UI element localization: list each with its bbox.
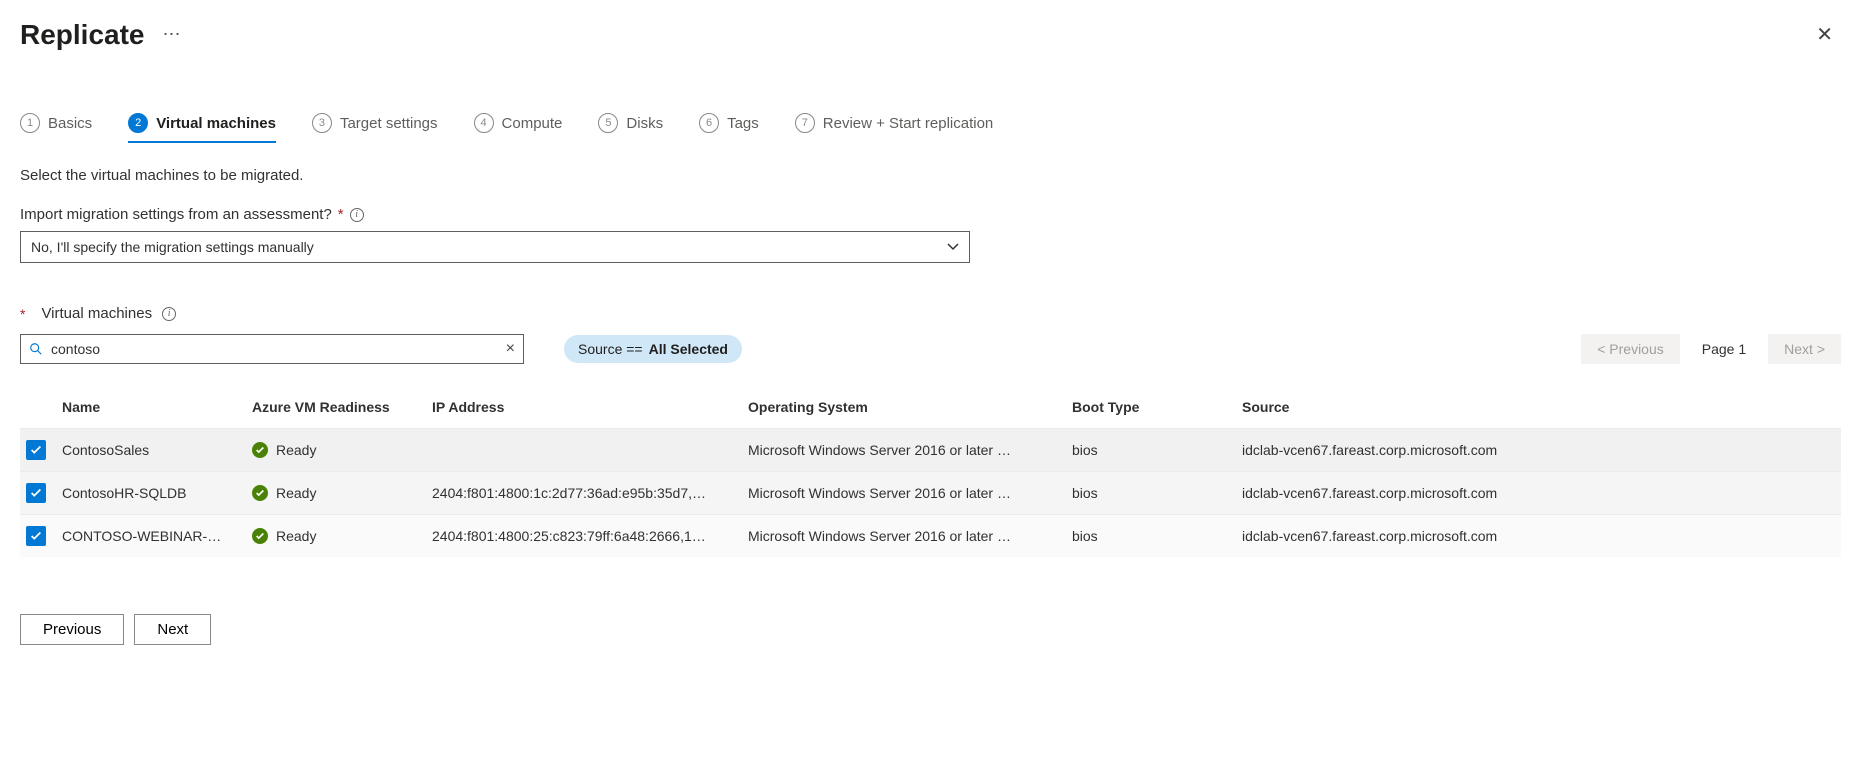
page-indicator: Page 1 bbox=[1702, 341, 1746, 357]
step-number: 2 bbox=[128, 113, 148, 133]
tooltip-icon[interactable]: i bbox=[350, 208, 364, 222]
vm-section-label: Virtual machines bbox=[41, 305, 152, 322]
cell-os: Microsoft Windows Server 2016 or later … bbox=[748, 528, 1072, 544]
step-compute[interactable]: 4 Compute bbox=[474, 113, 563, 141]
step-label: Basics bbox=[48, 115, 92, 132]
col-boot[interactable]: Boot Type bbox=[1072, 399, 1242, 415]
step-label: Virtual machines bbox=[156, 115, 276, 132]
cell-os: Microsoft Windows Server 2016 or later … bbox=[748, 442, 1072, 458]
search-input[interactable] bbox=[49, 340, 498, 358]
row-checkbox[interactable] bbox=[26, 526, 46, 546]
source-filter-pill[interactable]: Source == All Selected bbox=[564, 335, 742, 363]
step-target-settings[interactable]: 3 Target settings bbox=[312, 113, 438, 141]
clear-search-icon[interactable]: × bbox=[504, 340, 517, 358]
page-previous-button[interactable]: < Previous bbox=[1581, 334, 1680, 364]
table-header: Name Azure VM Readiness IP Address Opera… bbox=[20, 386, 1841, 428]
step-label: Target settings bbox=[340, 115, 438, 132]
cell-readiness: Ready bbox=[252, 528, 432, 544]
filter-value: All Selected bbox=[649, 341, 728, 357]
step-number: 1 bbox=[20, 113, 40, 133]
next-button[interactable]: Next bbox=[134, 614, 211, 645]
step-number: 7 bbox=[795, 113, 815, 133]
ready-check-icon bbox=[252, 485, 268, 501]
step-number: 6 bbox=[699, 113, 719, 133]
import-settings-dropdown[interactable]: No, I'll specify the migration settings … bbox=[20, 231, 970, 263]
col-source[interactable]: Source bbox=[1242, 399, 1841, 415]
tooltip-icon[interactable]: i bbox=[162, 307, 176, 321]
col-name[interactable]: Name bbox=[62, 399, 252, 415]
step-review-start-replication[interactable]: 7 Review + Start replication bbox=[795, 113, 994, 141]
more-menu-icon[interactable]: ⋯ bbox=[163, 24, 183, 45]
ready-check-icon bbox=[252, 528, 268, 544]
step-basics[interactable]: 1 Basics bbox=[20, 113, 92, 141]
col-ip[interactable]: IP Address bbox=[432, 399, 748, 415]
cell-source: idclab-vcen67.fareast.corp.microsoft.com bbox=[1242, 528, 1841, 544]
ready-check-icon bbox=[252, 442, 268, 458]
dropdown-value: No, I'll specify the migration settings … bbox=[31, 239, 314, 255]
cell-name: CONTOSO-WEBINAR-… bbox=[62, 528, 252, 544]
filter-prefix: Source == bbox=[578, 341, 643, 357]
step-tags[interactable]: 6 Tags bbox=[699, 113, 759, 141]
table-row[interactable]: ContosoHR-SQLDBReady2404:f801:4800:1c:2d… bbox=[20, 471, 1841, 514]
cell-name: ContosoHR-SQLDB bbox=[62, 485, 252, 501]
table-row[interactable]: ContosoSalesReady Microsoft Windows Serve… bbox=[20, 428, 1841, 471]
step-disks[interactable]: 5 Disks bbox=[598, 113, 663, 141]
previous-button[interactable]: Previous bbox=[20, 614, 124, 645]
step-label: Compute bbox=[502, 115, 563, 132]
cell-source: idclab-vcen67.fareast.corp.microsoft.com bbox=[1242, 442, 1841, 458]
row-checkbox[interactable] bbox=[26, 483, 46, 503]
step-label: Tags bbox=[727, 115, 759, 132]
col-readiness[interactable]: Azure VM Readiness bbox=[252, 399, 432, 415]
cell-boot: bios bbox=[1072, 485, 1242, 501]
chevron-down-icon bbox=[947, 241, 959, 253]
cell-name: ContosoSales bbox=[62, 442, 252, 458]
step-instruction: Select the virtual machines to be migrat… bbox=[20, 167, 1841, 184]
required-asterisk: * bbox=[20, 306, 25, 322]
cell-boot: bios bbox=[1072, 528, 1242, 544]
cell-ip: 2404:f801:4800:1c:2d77:36ad:e95b:35d7,… bbox=[432, 485, 748, 501]
step-virtual-machines[interactable]: 2 Virtual machines bbox=[128, 113, 276, 143]
cell-readiness: Ready bbox=[252, 442, 432, 458]
col-os[interactable]: Operating System bbox=[748, 399, 1072, 415]
cell-ip: 2404:f801:4800:25:c823:79ff:6a48:2666,1… bbox=[432, 528, 748, 544]
page-next-button[interactable]: Next > bbox=[1768, 334, 1841, 364]
required-asterisk: * bbox=[338, 206, 344, 223]
cell-boot: bios bbox=[1072, 442, 1242, 458]
cell-os: Microsoft Windows Server 2016 or later … bbox=[748, 485, 1072, 501]
import-settings-label: Import migration settings from an assess… bbox=[20, 206, 332, 223]
table-row[interactable]: CONTOSO-WEBINAR-…Ready2404:f801:4800:25:… bbox=[20, 514, 1841, 557]
cell-readiness: Ready bbox=[252, 485, 432, 501]
row-checkbox[interactable] bbox=[26, 440, 46, 460]
page-title: Replicate bbox=[20, 19, 145, 51]
step-label: Review + Start replication bbox=[823, 115, 994, 132]
step-label: Disks bbox=[626, 115, 663, 132]
search-icon bbox=[29, 342, 43, 356]
cell-source: idclab-vcen67.fareast.corp.microsoft.com bbox=[1242, 485, 1841, 501]
step-number: 5 bbox=[598, 113, 618, 133]
close-icon[interactable]: ✕ bbox=[1808, 18, 1841, 51]
search-input-wrapper[interactable]: × bbox=[20, 334, 524, 364]
wizard-stepper: 1 Basics 2 Virtual machines 3 Target settings… bbox=[20, 113, 1841, 141]
step-number: 3 bbox=[312, 113, 332, 133]
step-number: 4 bbox=[474, 113, 494, 133]
